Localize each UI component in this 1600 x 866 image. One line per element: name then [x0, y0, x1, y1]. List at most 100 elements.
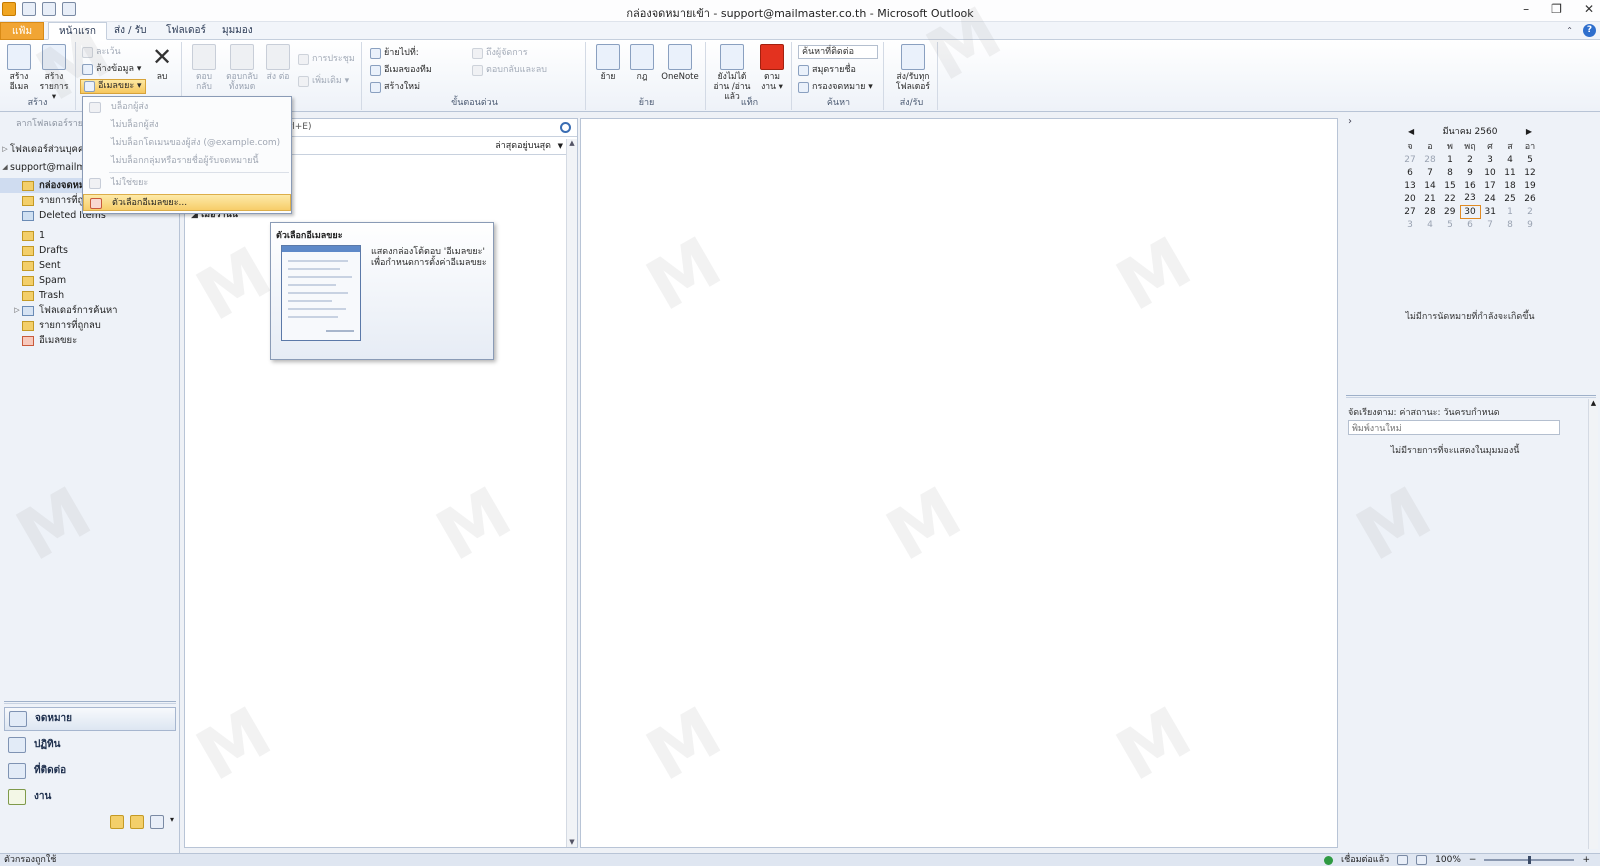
menu-junk-options[interactable]: ตัวเลือกอีเมลขยะ...	[83, 194, 291, 211]
ignore-button[interactable]: ละเว้น	[82, 45, 121, 60]
zoom-slider[interactable]	[1484, 856, 1575, 864]
arrange-by[interactable]: จัดเรียงตาม: ค่าสถานะ: วันครบกำหนด	[1348, 405, 1500, 419]
folder-deleted[interactable]: รายการที่ถูกลบ	[0, 318, 180, 333]
calendar-day[interactable]: 7	[1420, 166, 1440, 179]
quick-step-create-new[interactable]: สร้างใหม่	[370, 80, 420, 95]
calendar-day[interactable]: 9	[1460, 166, 1480, 179]
junk-button[interactable]: อีเมลขยะ ▾	[80, 79, 146, 94]
zoom-out-icon[interactable]: −	[1469, 854, 1477, 866]
calendar-day[interactable]: 8	[1500, 218, 1520, 231]
zoom-level[interactable]: 100%	[1435, 854, 1461, 866]
calendar-day-today[interactable]: 30	[1459, 204, 1481, 219]
configure-buttons-icon[interactable]: ▾	[170, 815, 174, 829]
calendar-day[interactable]: 2	[1460, 153, 1480, 166]
folder-sent[interactable]: Sent	[0, 258, 180, 273]
calendar-day[interactable]: 4	[1420, 218, 1440, 231]
folder-trash[interactable]: Trash	[0, 288, 180, 303]
meeting-button[interactable]: การประชุม	[298, 52, 355, 67]
calendar-day[interactable]: 6	[1460, 218, 1480, 231]
calendar-day[interactable]: 10	[1480, 166, 1500, 179]
sort-dropdown-icon[interactable]: ▼	[558, 139, 563, 154]
scroll-up-icon[interactable]: ▲	[1589, 399, 1598, 407]
tab-send-receive[interactable]: ส่ง / รับ	[104, 22, 156, 40]
calendar-day[interactable]: 14	[1420, 179, 1440, 192]
sort-order[interactable]: ล่าสุดอยู่บนสุด	[495, 139, 551, 154]
zoom-in-icon[interactable]: +	[1582, 854, 1590, 866]
menu-not-junk[interactable]: ไม่ใช่ขยะ	[83, 175, 291, 192]
follow-up-button[interactable]: ตาม งาน ▾	[756, 44, 788, 92]
more-respond-button[interactable]: เพิ่มเติม ▾	[298, 74, 349, 89]
address-book-button[interactable]: สมุดรายชื่อ	[798, 63, 856, 78]
restore-button[interactable]: ❐	[1551, 2, 1562, 16]
prev-month-icon[interactable]: ◀	[1408, 125, 1414, 139]
minimize-button[interactable]: –	[1523, 2, 1529, 16]
calendar-day[interactable]: 26	[1520, 192, 1540, 205]
scroll-down-icon[interactable]: ▼	[568, 838, 576, 847]
folder-drafts[interactable]: Drafts	[0, 243, 180, 258]
minimize-ribbon-icon[interactable]: ⌃	[1566, 26, 1573, 35]
folder-list-icon[interactable]	[130, 815, 144, 829]
menu-never-block-domain[interactable]: ไม่บล็อกโดเมนของผู้ส่ง (@example.com)	[83, 135, 291, 152]
calendar-day[interactable]: 29	[1440, 205, 1460, 218]
calendar-day[interactable]: 22	[1440, 192, 1460, 205]
move-button[interactable]: ย้าย	[592, 44, 624, 82]
nav-splitter[interactable]	[4, 701, 176, 704]
calendar-day[interactable]: 9	[1520, 218, 1540, 231]
todo-splitter[interactable]	[1346, 395, 1596, 398]
nav-tasks[interactable]: งาน	[4, 785, 176, 809]
message-list-scrollbar[interactable]: ▲ ▼	[566, 139, 577, 847]
calendar-day[interactable]: 3	[1400, 218, 1420, 231]
new-items-button[interactable]: สร้าง รายการ ▾	[38, 44, 70, 102]
notes-icon[interactable]	[110, 815, 124, 829]
quick-step-reply-delete[interactable]: ตอบกลับและลบ	[472, 63, 547, 78]
menu-block-sender[interactable]: บล็อกผู้ส่ง	[83, 99, 291, 116]
delete-button[interactable]: ✕ ลบ	[146, 44, 178, 82]
calendar-day[interactable]: 12	[1520, 166, 1540, 179]
calendar-day[interactable]: 23	[1460, 192, 1480, 205]
calendar-day[interactable]: 21	[1420, 192, 1440, 205]
onenote-button[interactable]: OneNote	[660, 44, 700, 82]
calendar-day[interactable]: 16	[1460, 179, 1480, 192]
calendar-day[interactable]: 31	[1480, 205, 1500, 218]
nav-calendar[interactable]: ปฏิทิน	[4, 733, 176, 757]
tab-view[interactable]: มุมมอง	[212, 22, 263, 40]
scroll-up-icon[interactable]: ▲	[568, 139, 576, 148]
calendar-day[interactable]: 5	[1520, 153, 1540, 166]
calendar-day[interactable]: 5	[1440, 218, 1460, 231]
help-icon[interactable]: ?	[1583, 24, 1596, 37]
calendar-day[interactable]: 7	[1480, 218, 1500, 231]
rules-button[interactable]: กฎ	[626, 44, 658, 82]
folder-1[interactable]: 1	[0, 228, 180, 243]
send-receive-all-button[interactable]: ส่ง/รับทุก โฟลเดอร์	[892, 44, 934, 92]
nav-contacts[interactable]: ที่ติดต่อ	[4, 759, 176, 783]
expand-todo-icon[interactable]: ›	[1348, 116, 1352, 127]
normal-view-icon[interactable]	[1397, 855, 1409, 865]
quick-step-team-email[interactable]: อีเมลของทีม	[370, 63, 432, 78]
calendar-day[interactable]: 2	[1520, 205, 1540, 218]
nav-mail[interactable]: จดหมาย	[4, 707, 176, 731]
calendar-day[interactable]: 28	[1420, 205, 1440, 218]
folder-junk[interactable]: อีเมลขยะ	[0, 333, 180, 348]
search-people-input[interactable]: ค้นหาที่ติดต่อ	[798, 45, 878, 59]
next-month-icon[interactable]: ▶	[1526, 125, 1532, 139]
quick-step-move-to[interactable]: ย้ายไปที่:	[370, 46, 419, 61]
calendar-day[interactable]: 27	[1400, 153, 1420, 166]
forward-button[interactable]: ส่ง ต่อ	[262, 44, 294, 82]
menu-never-block-group[interactable]: ไม่บล็อกกลุ่มหรือรายชื่อผู้รับจดหมายนี้	[83, 153, 291, 170]
filter-email-button[interactable]: กรองจดหมาย ▾	[798, 80, 873, 95]
reading-view-icon[interactable]	[1416, 855, 1428, 865]
calendar-day[interactable]: 13	[1400, 179, 1420, 192]
search-icon[interactable]	[560, 122, 571, 133]
todo-scrollbar[interactable]: ▲	[1588, 399, 1598, 849]
calendar-day[interactable]: 1	[1440, 153, 1460, 166]
close-button[interactable]: ✕	[1584, 2, 1594, 16]
calendar-day[interactable]: 18	[1500, 179, 1520, 192]
clean-up-button[interactable]: ล้างข้อมูล ▾	[82, 62, 141, 77]
folder-spam[interactable]: Spam	[0, 273, 180, 288]
unread-read-button[interactable]: ยังไม่ได้อ่าน /อ่านแล้ว	[710, 44, 754, 102]
calendar-day[interactable]: 4	[1500, 153, 1520, 166]
new-email-button[interactable]: สร้าง อีเมล	[3, 44, 35, 92]
calendar-day[interactable]: 6	[1400, 166, 1420, 179]
reply-all-button[interactable]: ตอบกลับ ทั้งหมด	[224, 44, 260, 92]
reply-button[interactable]: ตอบ กลับ	[188, 44, 220, 92]
